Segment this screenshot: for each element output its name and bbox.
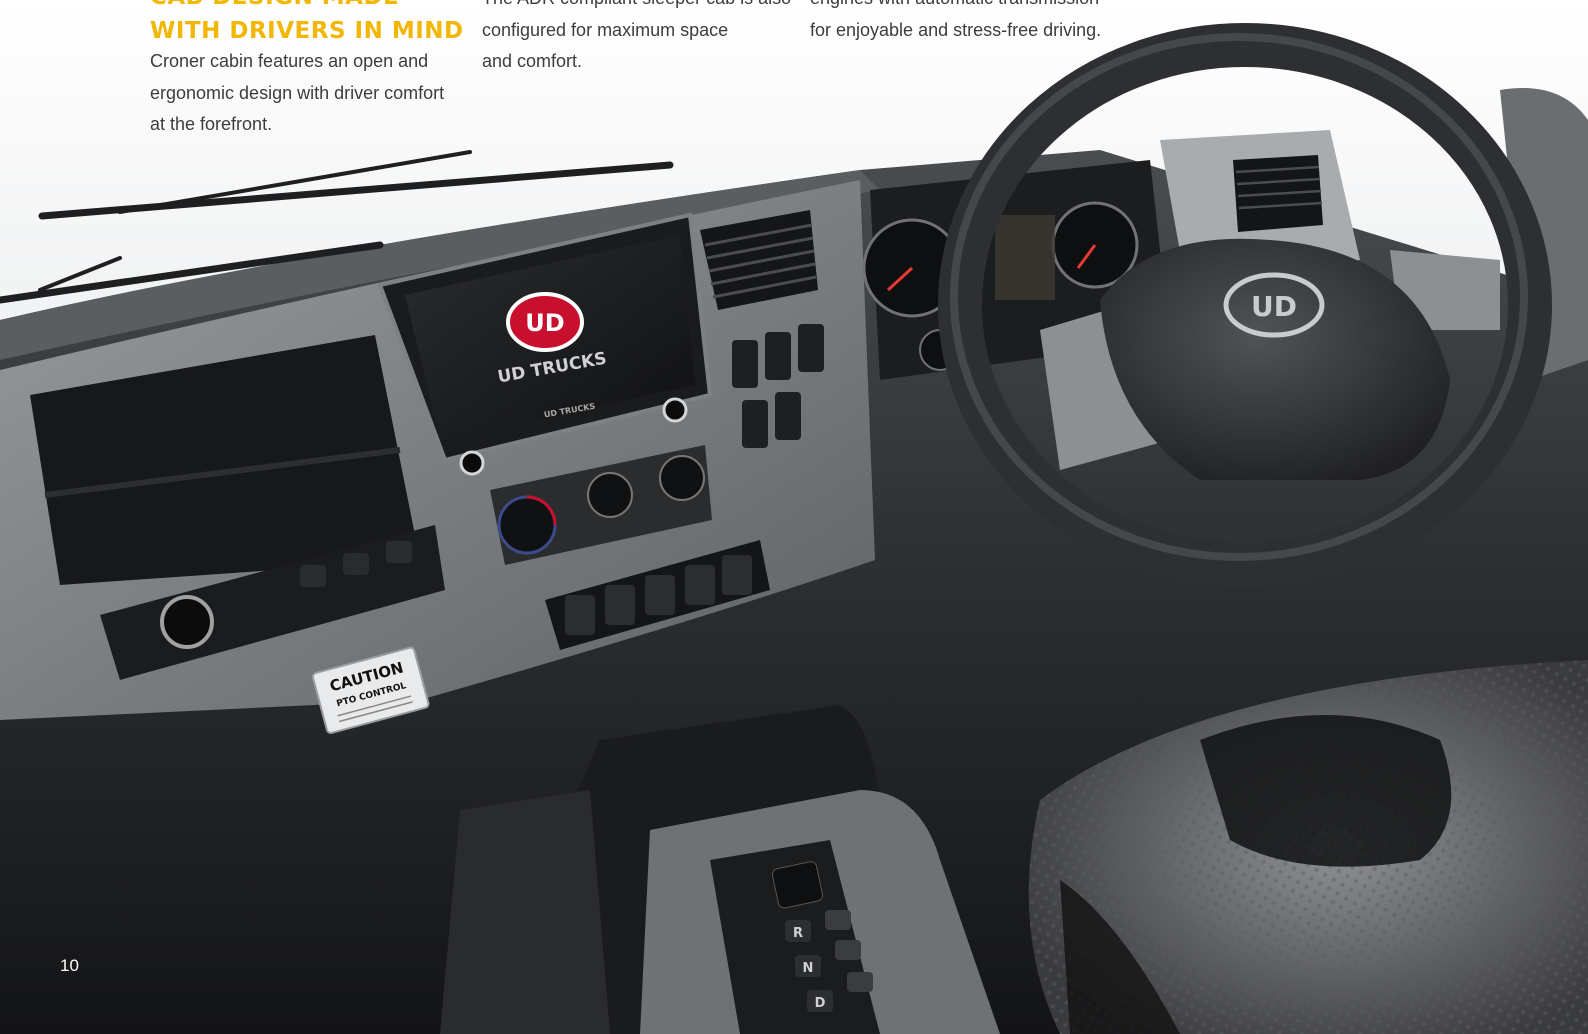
column-1-line-3: at the forefront. xyxy=(150,114,273,134)
body-text-column-3: engines with automatic transmission for … xyxy=(810,0,1101,46)
svg-text:R: R xyxy=(793,926,803,941)
section-heading: CAB DESIGN MADE WITH DRIVERS IN MIND xyxy=(150,0,464,48)
column-1-line-2: ergonomic design with driver comfort xyxy=(150,82,445,103)
svg-text:D: D xyxy=(815,996,826,1011)
heading-line-2: WITH DRIVERS IN MIND xyxy=(150,18,464,44)
body-text-column-2: The ADR compliant sleeper cab is also co… xyxy=(482,0,791,78)
cab-interior-photo: UD UD TRUCKS UD TRUCKS CAUTION PTO CONTR… xyxy=(0,0,1588,1034)
column-1-line-1: Croner cabin features an open and xyxy=(150,51,429,71)
column-3-line-1: engines with automatic transmission xyxy=(810,0,1101,15)
screen-ud-logo: UD xyxy=(525,309,564,337)
svg-text:N: N xyxy=(803,961,814,976)
column-2-line-3: and comfort. xyxy=(482,51,583,71)
heading-line-1: CAB DESIGN MADE xyxy=(150,0,450,14)
column-3-line-2: for enjoyable and stress-free driving. xyxy=(810,19,1102,40)
wheel-ud-logo: UD xyxy=(1251,290,1297,323)
body-text-column-1: Croner cabin features an open and ergono… xyxy=(150,46,444,141)
column-2-line-2: configured for maximum space xyxy=(482,19,729,40)
page-number: 10 xyxy=(60,956,79,975)
column-2-line-1: The ADR compliant sleeper cab is also xyxy=(482,0,791,15)
